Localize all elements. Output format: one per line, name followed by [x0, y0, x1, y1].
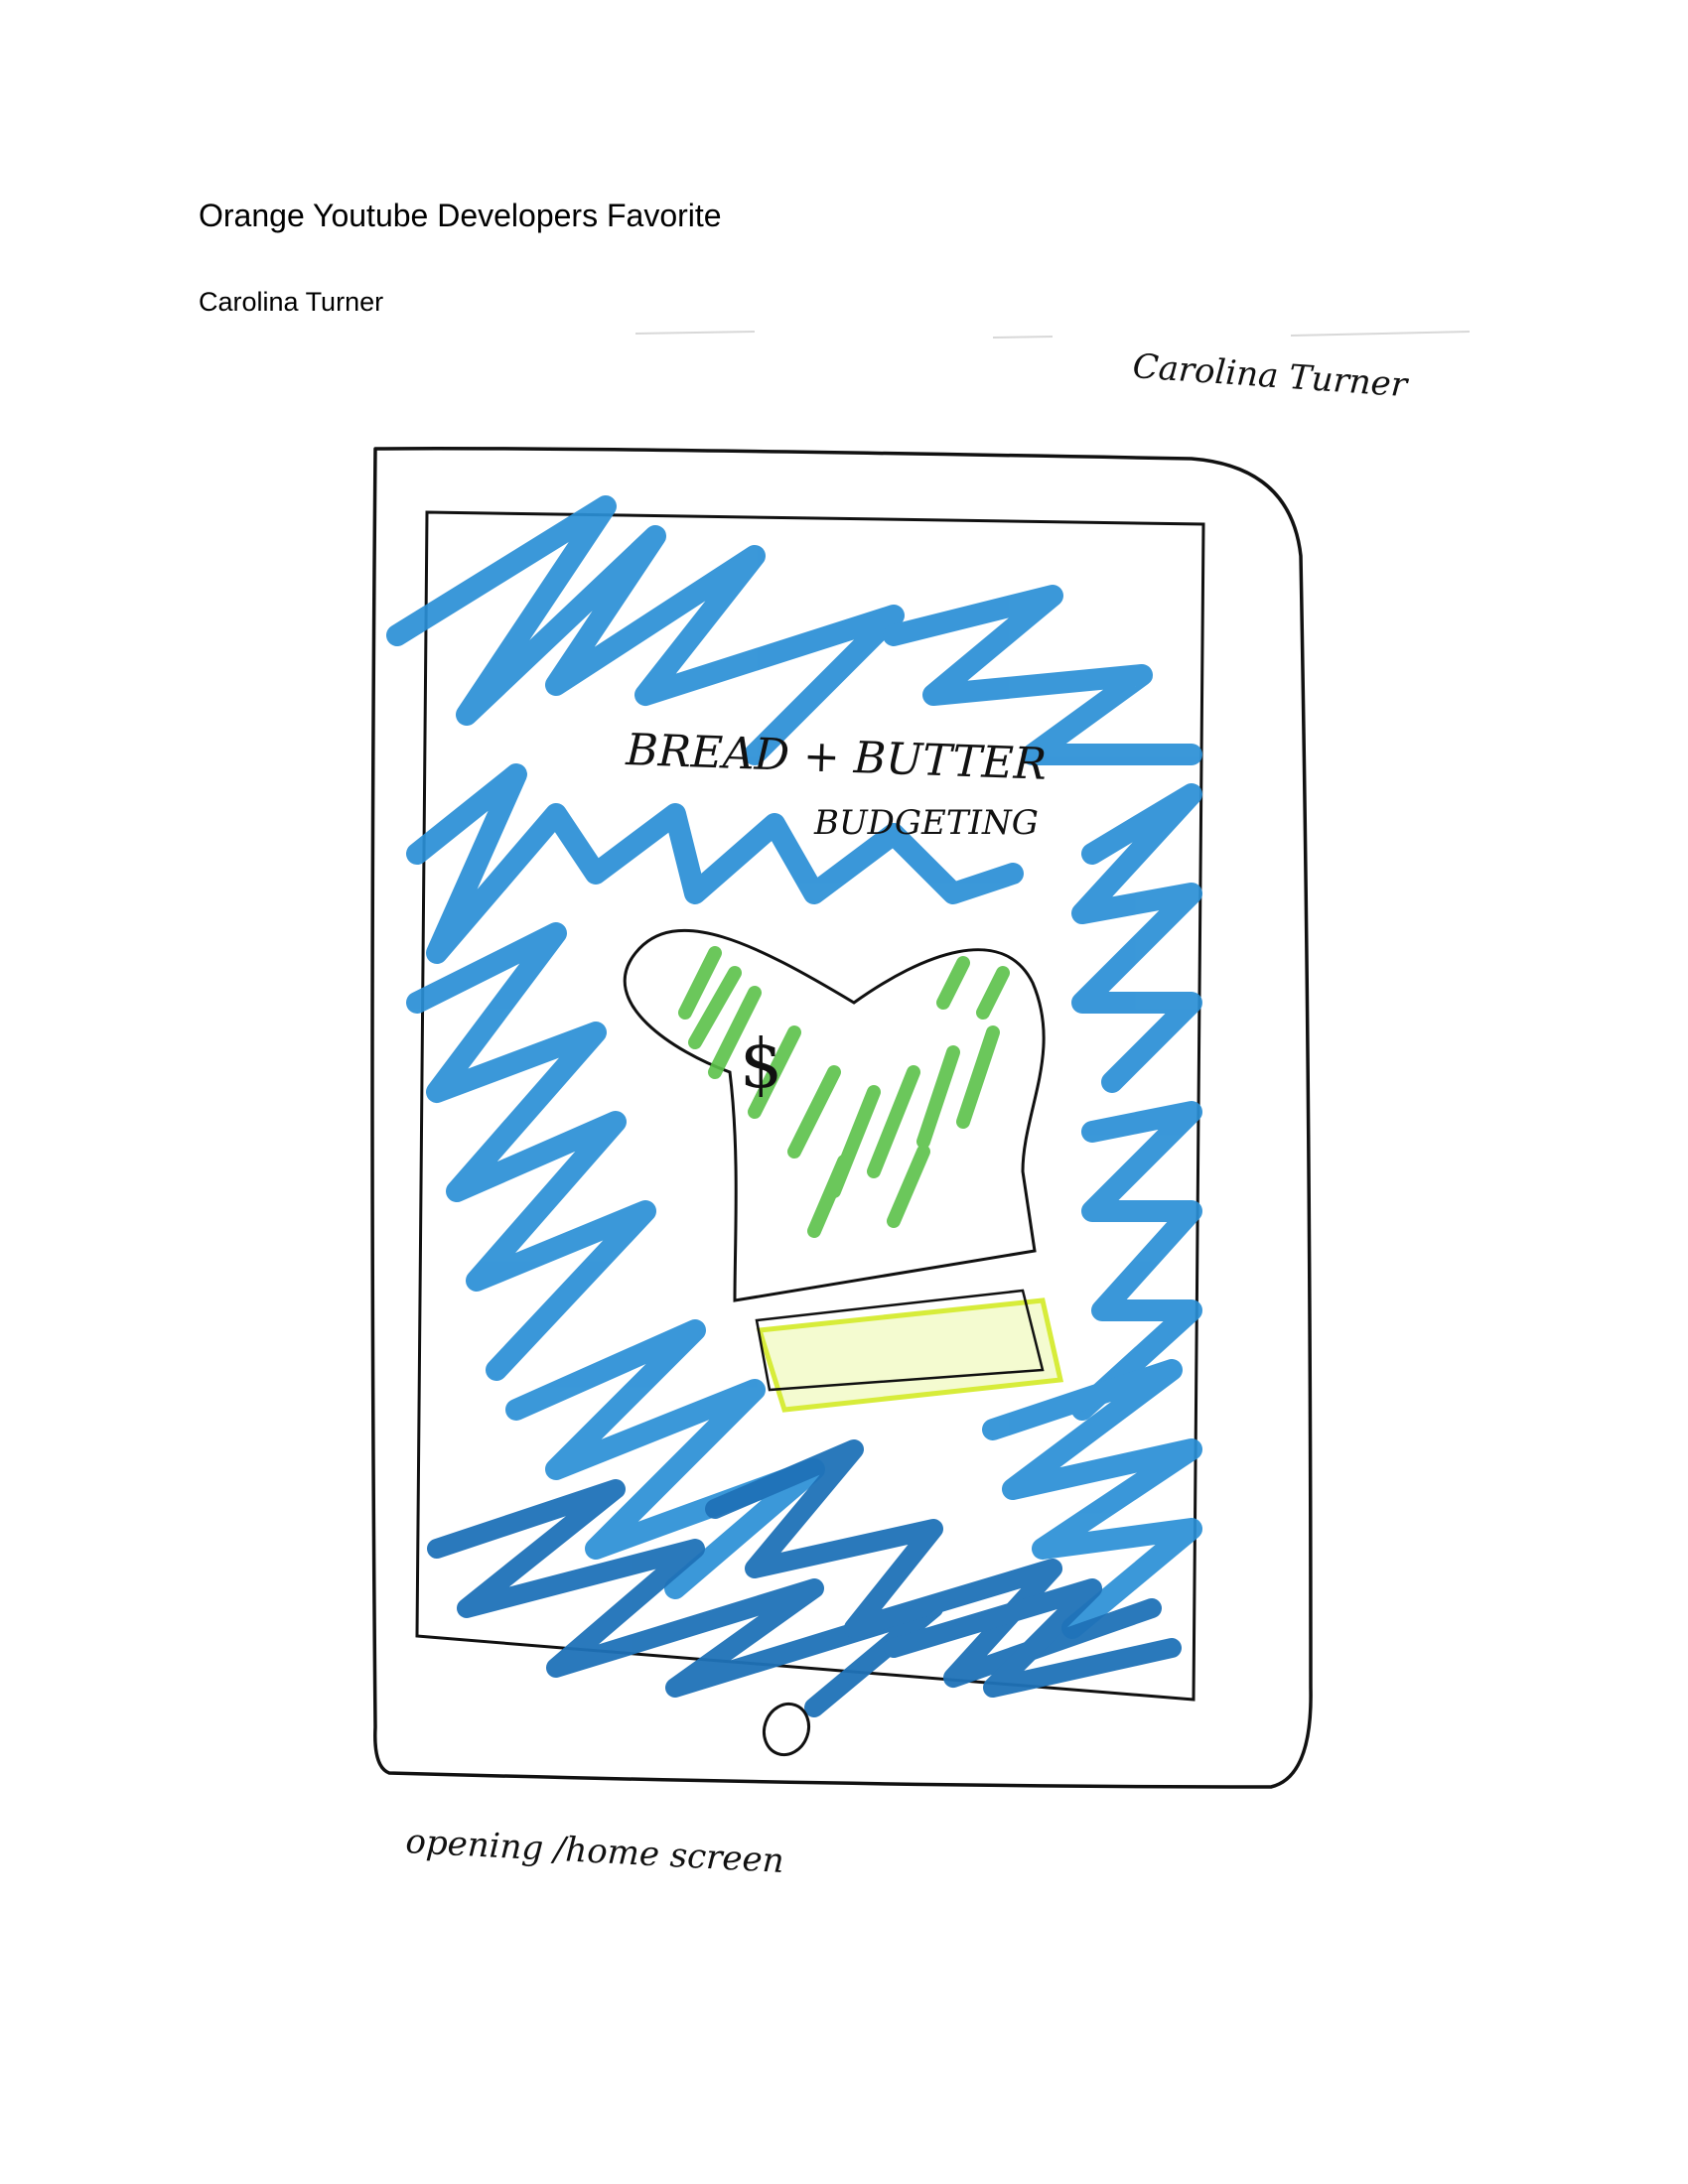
app-title-line1: BREAD + BUTTER: [625, 725, 1048, 790]
sketch-caption: opening /home screen: [405, 1822, 785, 1881]
handwritten-signature: Carolina Turner: [1131, 346, 1410, 405]
dollar-symbol: $: [740, 1025, 782, 1104]
app-title-line2: BUDGETING: [813, 803, 1039, 843]
tablet-sketch-drawing: Carolina Turner BREAD + BUTTER BUDGETING: [370, 331, 1471, 1881]
logo-butter-square: [756, 1297, 1064, 1413]
scan-artifacts: [634, 331, 1471, 339]
